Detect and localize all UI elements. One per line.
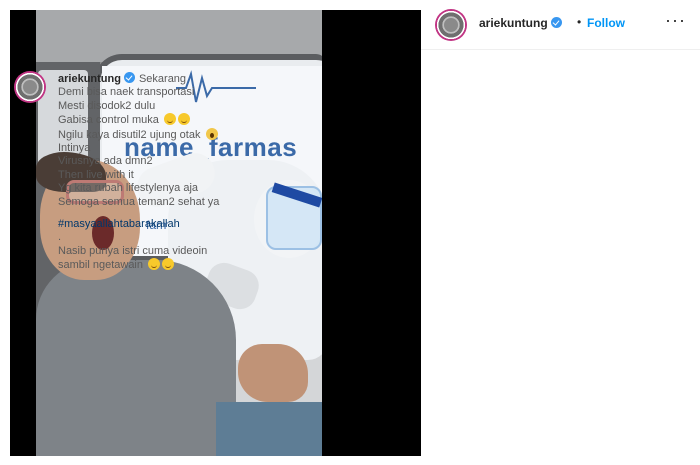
- caption-username[interactable]: ariekuntung: [58, 73, 121, 85]
- laughing-emoji-icon: [163, 113, 176, 126]
- post-time[interactable]: Sekarang: [139, 73, 186, 85]
- caption-line: Intinya: [58, 142, 91, 155]
- caption-line: Virusnya ada dmn2: [58, 155, 153, 168]
- instagram-post: name_farmas farmasi ariekuntung • Follow…: [0, 0, 700, 465]
- caption-line: Mesti disodok2 dulu: [58, 99, 156, 112]
- screaming-emoji-icon: [205, 127, 218, 140]
- hashtag-link[interactable]: #masyaallahtabarakallah: [58, 218, 273, 231]
- verified-badge-icon: [550, 17, 562, 28]
- grinning-emoji-icon: [162, 258, 175, 271]
- caption-line: sambil ngetawain: [58, 259, 143, 272]
- caption-line: Demi bisa naek transportasi: [58, 86, 195, 99]
- caption-line: Nasib punya istri cuma videoin: [58, 244, 208, 257]
- verified-badge-icon: [123, 72, 135, 83]
- post-header: ariekuntung • Follow ···: [421, 0, 700, 50]
- avatar[interactable]: [435, 9, 467, 41]
- caption-dot: .: [58, 231, 62, 244]
- caption-line: Semoga semua teman2 sehat ya: [58, 195, 220, 208]
- man-passenger: [36, 260, 236, 456]
- laughing-emoji-icon: [148, 258, 161, 271]
- caption-line: Ngilu kaya disutil2 ujung otak: [58, 128, 201, 141]
- post-caption: ariekuntung Sekarang Demi bisa naek trans…: [58, 72, 273, 273]
- header-username[interactable]: ariekuntung: [479, 16, 562, 30]
- follow-button[interactable]: Follow: [587, 16, 625, 30]
- grinning-emoji-icon: [177, 113, 190, 126]
- caption-avatar[interactable]: [14, 71, 46, 103]
- caption-line: Yg kita rubah lifestylenya aja: [58, 182, 199, 195]
- separator-dot: •: [577, 15, 582, 29]
- more-options-icon[interactable]: ···: [665, 10, 686, 31]
- caption-line: Gabisa control muka: [58, 114, 159, 127]
- caption-line: Then live with it: [58, 168, 134, 181]
